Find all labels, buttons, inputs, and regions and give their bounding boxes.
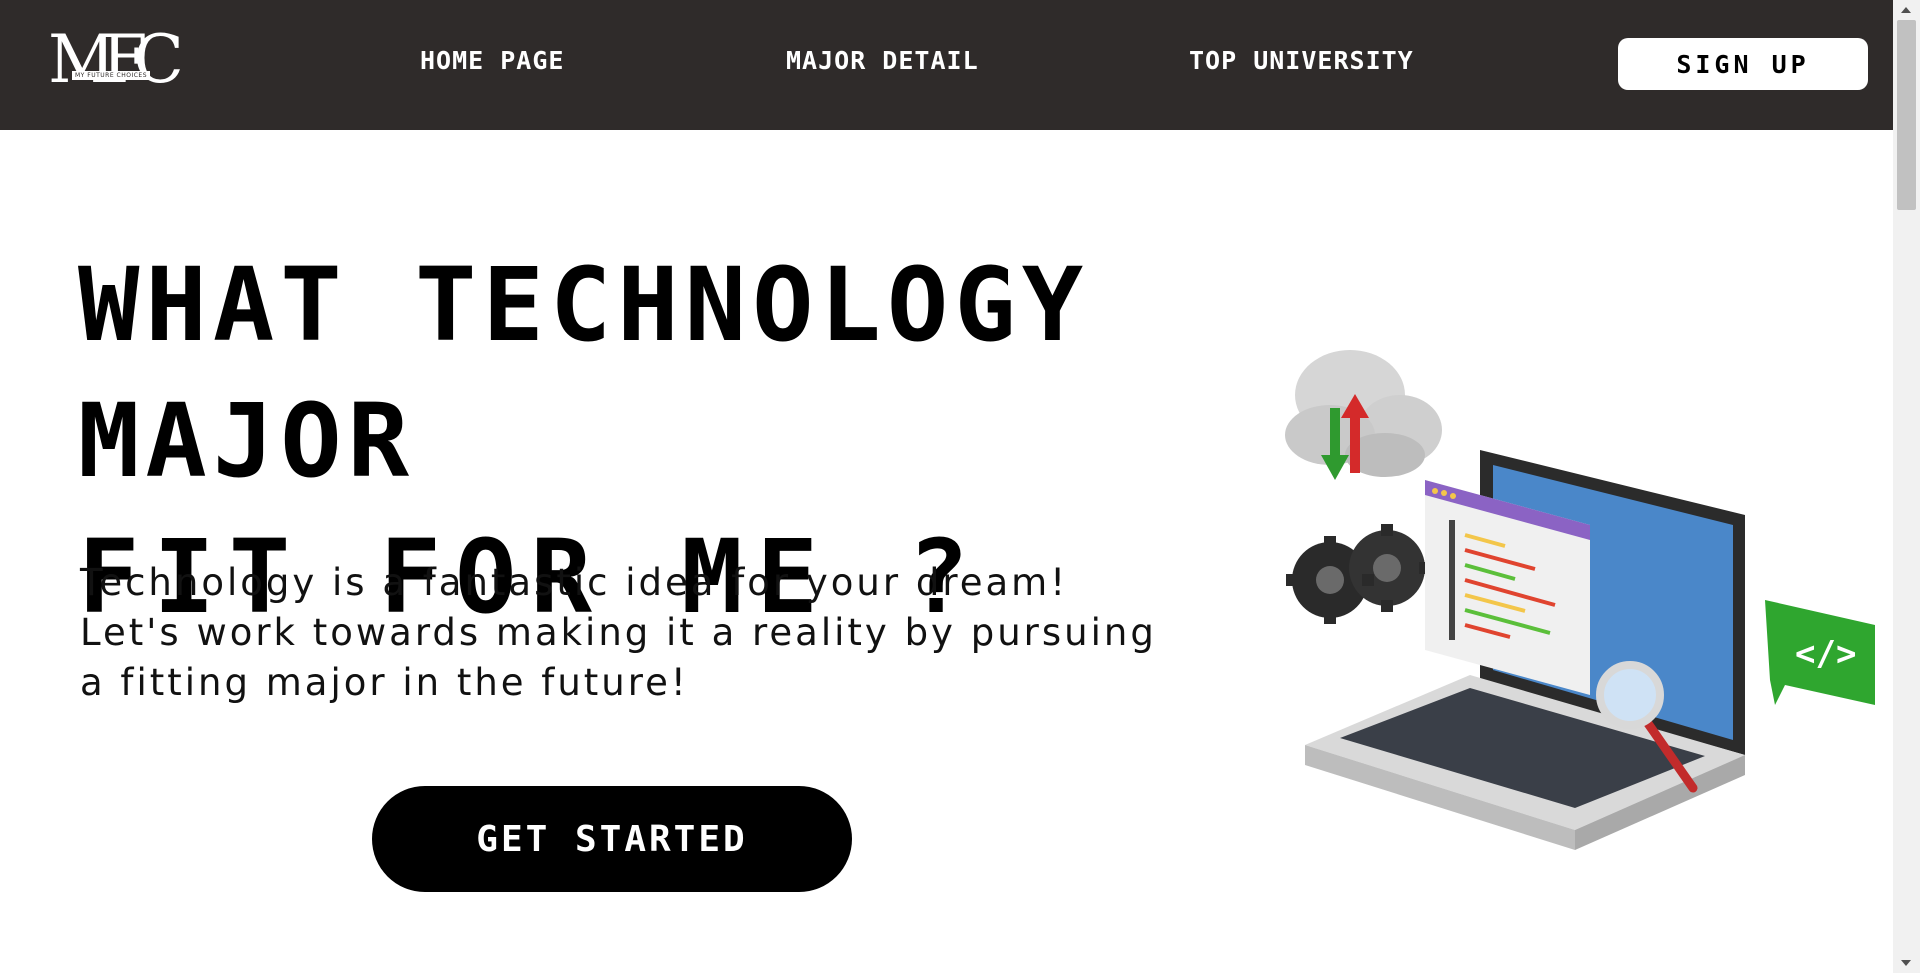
nav-link-major-detail[interactable]: MAJOR DETAIL [786,46,979,75]
nav-link-home[interactable]: HOME PAGE [420,46,564,75]
code-chat-bubble-icon: </> [1765,600,1875,705]
hero-description-line-3: a fitting major in the future! [80,661,689,704]
sign-up-button[interactable]: SIGN UP [1618,38,1868,90]
scroll-up-arrow-icon[interactable] [1901,7,1911,13]
code-symbol-text: </> [1795,634,1856,674]
hero-description-line-2: Let's work towards making it a reality b… [80,611,1157,654]
nav-link-top-university[interactable]: TOP UNIVERSITY [1189,46,1414,75]
site-logo[interactable]: MFC MY FUTURE CHOICES [48,22,184,100]
logo-tagline: MY FUTURE CHOICES [72,71,150,80]
hero-title-line-1: WHAT TECHNOLOGY MAJOR [78,246,1090,501]
hero-description-line-1: Technology is a fantastic idea for your … [80,561,1069,604]
logo-letters: MFC [48,21,184,98]
page-scrollbar[interactable] [1893,0,1920,973]
gears-icon [1286,524,1431,624]
scroll-down-arrow-icon[interactable] [1901,960,1911,966]
laptop-coding-illustration-icon: </> [1285,350,1875,850]
scrollbar-thumb[interactable] [1897,20,1916,210]
hero-description: Technology is a fantastic idea for your … [80,558,1160,708]
top-navbar: MFC MY FUTURE CHOICES HOME PAGE MAJOR DE… [0,0,1893,130]
get-started-button[interactable]: GET STARTED [372,786,852,892]
